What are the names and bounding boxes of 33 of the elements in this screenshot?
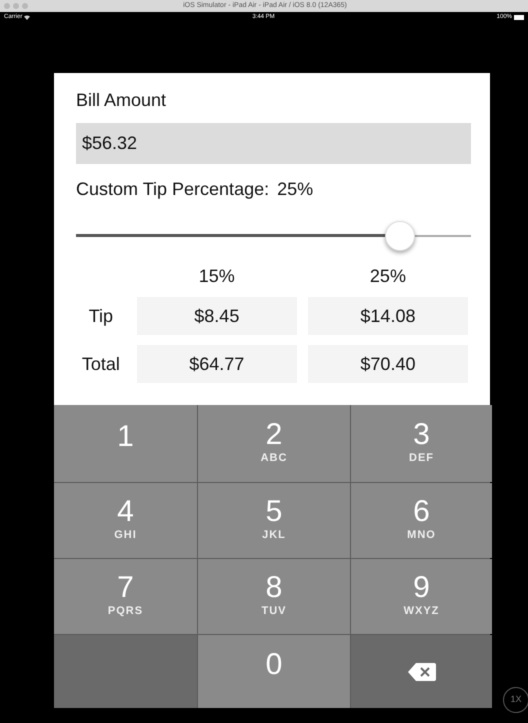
row-label: Total: [80, 352, 121, 376]
close-button[interactable]: [4, 3, 10, 9]
table-cell: $8.45: [136, 297, 297, 335]
column-header: 25%: [368, 265, 407, 287]
table-cell: $70.40: [308, 345, 468, 383]
custom-tip-label: Custom Tip Percentage:: [76, 178, 270, 201]
digit-key[interactable]: 0: [198, 635, 350, 708]
slider-thumb[interactable]: [384, 221, 415, 251]
digit-key[interactable]: 9 WXYZ: [351, 559, 492, 634]
minimize-button[interactable]: [13, 3, 19, 9]
digit-key[interactable]: 8 TUV: [198, 559, 350, 634]
row-label: Tip: [88, 304, 114, 328]
blank-key[interactable]: [54, 635, 197, 708]
battery-icon: [514, 14, 524, 20]
digit-key[interactable]: 5 JKL: [198, 483, 350, 558]
bill-amount-field[interactable]: $56.32: [76, 123, 471, 164]
digit-key[interactable]: 1: [54, 405, 197, 482]
digit-key[interactable]: 6 MNO: [351, 483, 492, 558]
zoom-button[interactable]: [22, 3, 28, 9]
digit-key[interactable]: 3 DEF: [351, 405, 492, 482]
table-cell: $14.08: [308, 297, 468, 335]
backspace-icon: [408, 662, 436, 682]
digit-key[interactable]: 2 ABC: [198, 405, 350, 482]
scale-badge[interactable]: 1X: [503, 687, 528, 713]
digit-key[interactable]: 7 PQRS: [54, 559, 197, 634]
digit-key[interactable]: 4 GHI: [54, 483, 197, 558]
delete-key[interactable]: [351, 635, 492, 708]
bill-amount-label: Bill Amount: [76, 89, 168, 112]
custom-tip-value: 25%: [277, 178, 314, 201]
table-cell: $64.77: [136, 345, 297, 383]
wifi-icon: [24, 14, 30, 20]
column-header: 15%: [198, 265, 236, 287]
tip-slider[interactable]: [76, 221, 471, 251]
